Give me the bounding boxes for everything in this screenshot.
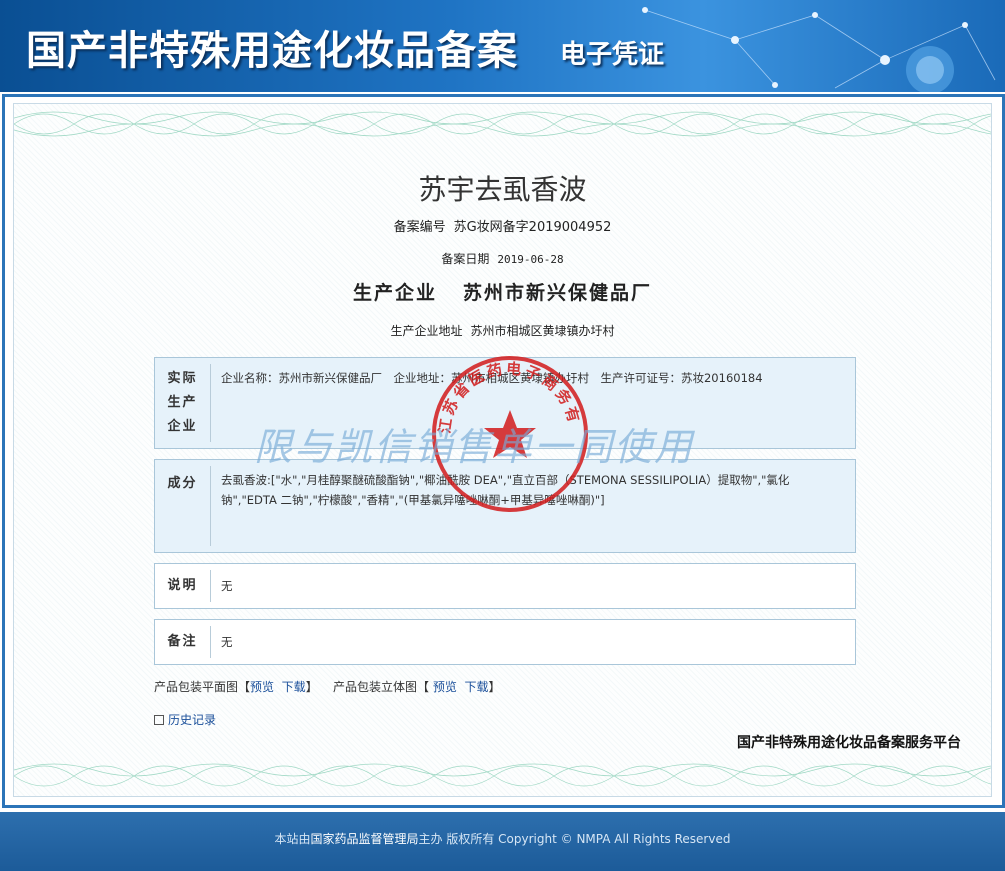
address-line: 生产企业地址 苏州市相城区黄埭镇办圩村 xyxy=(14,322,991,339)
record-number-label: 备案编号 xyxy=(393,220,446,235)
product-name: 苏宇去虱香波 xyxy=(418,173,587,206)
description-section: 说明 无 xyxy=(154,563,856,609)
record-date-label: 备案日期 xyxy=(441,252,490,266)
solid-package-label: 产品包装立体图【 xyxy=(332,680,429,694)
actual-producer-heading: 实际生产企业 xyxy=(167,371,198,434)
history-link[interactable]: 历史记录 xyxy=(154,711,216,728)
flat-package-close: 】 xyxy=(305,680,318,694)
solid-download-link[interactable]: 下载 xyxy=(464,680,488,694)
address-value: 苏州市相城区黄埭镇办圩村 xyxy=(470,324,615,338)
window-icon xyxy=(154,715,164,725)
platform-name: 国产非特殊用途化妆品备案服务平台 xyxy=(737,735,961,751)
footer-suffix: 主办 版权所有 Copyright © NMPA All Rights Rese… xyxy=(418,832,731,846)
section-divider xyxy=(210,626,211,658)
history-label: 历史记录 xyxy=(168,713,217,727)
ingredients-heading: 成分 xyxy=(167,476,198,491)
flat-package-label: 产品包装平面图【 xyxy=(154,680,251,694)
record-number-line: 备案编号 苏G妆网备字2019004952 xyxy=(14,216,991,235)
remarks-heading: 备注 xyxy=(167,634,198,649)
manufacturer-line: 生产企业 苏州市新兴保健品厂 xyxy=(14,278,991,305)
guilloche-bottom-border xyxy=(14,763,991,787)
footer-prefix: 本站由 xyxy=(274,832,311,846)
record-number-value: 苏G妆网备字2019004952 xyxy=(453,220,612,235)
header-title: 国产非特殊用途化妆品备案 xyxy=(26,27,518,74)
header-subtitle: 电子凭证 xyxy=(560,40,665,70)
header-banner: 国产非特殊用途化妆品备案 电子凭证 xyxy=(0,0,1005,92)
certificate-frame: 苏宇去虱香波 备案编号 苏G妆网备字2019004952 备案日期 2019-06-… xyxy=(2,94,1005,808)
section-divider xyxy=(210,364,211,442)
certificate-body: 苏宇去虱香波 备案编号 苏G妆网备字2019004952 备案日期 2019-06-… xyxy=(13,103,992,797)
section-divider xyxy=(210,466,211,546)
footer-copyright: 本站由国家药品监督管理局主办 版权所有 Copyright © NMPA All… xyxy=(0,830,1005,847)
manufacturer-label: 生产企业 xyxy=(352,282,437,304)
address-label: 生产企业地址 xyxy=(390,324,463,338)
manufacturer-value: 苏州市新兴保健品厂 xyxy=(463,282,653,304)
description-content: 无 xyxy=(221,579,233,593)
flat-preview-link[interactable]: 预览 xyxy=(250,680,274,694)
description-heading: 说明 xyxy=(167,578,198,593)
guilloche-top-border xyxy=(14,111,991,137)
package-image-links: 产品包装平面图【预览 下载】 产品包装立体图【 预览 下载】 xyxy=(154,678,501,695)
remarks-section: 备注 无 xyxy=(154,619,856,665)
footer: 本站由国家药品监督管理局主办 版权所有 Copyright © NMPA All… xyxy=(0,812,1005,871)
section-divider xyxy=(210,570,211,602)
flat-download-link[interactable]: 下载 xyxy=(282,680,306,694)
record-date-value: 2019-06-28 xyxy=(497,253,564,266)
solid-preview-link[interactable]: 预览 xyxy=(433,680,457,694)
watermark-text: 限与凯信销售单一同使用 xyxy=(254,425,695,469)
solid-package-close: 】 xyxy=(488,680,501,694)
footer-org: 国家药品监督管理局 xyxy=(310,832,419,846)
remarks-content: 无 xyxy=(221,635,233,649)
record-date-line: 备案日期 2019-06-28 xyxy=(14,250,991,267)
